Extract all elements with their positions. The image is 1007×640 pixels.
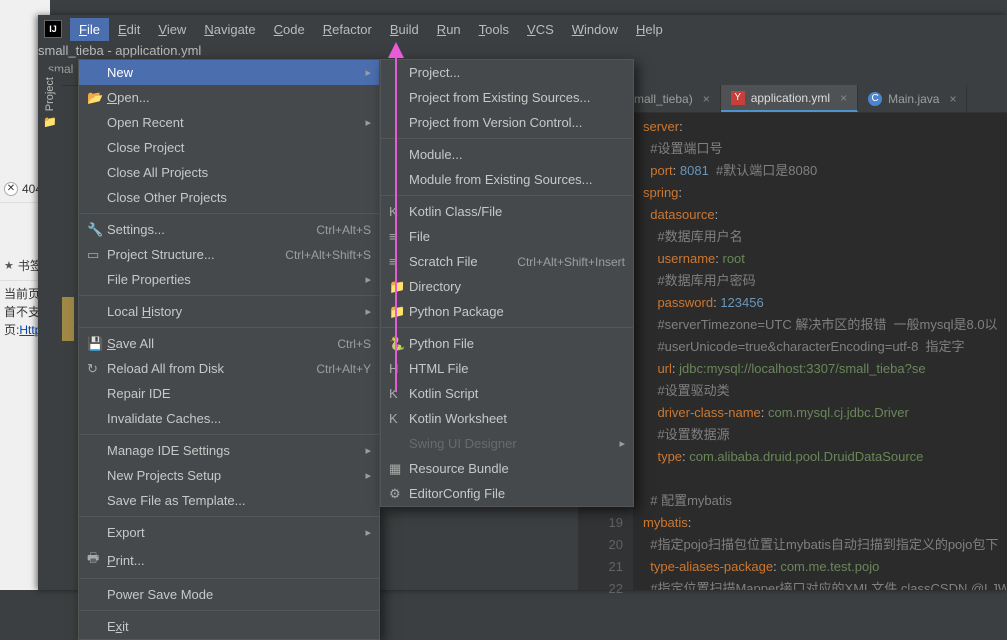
menu-item[interactable]: Manage IDE Settings▸ <box>79 438 379 463</box>
project-tool-tab[interactable]: 📁 Project <box>38 71 62 134</box>
menu-build[interactable]: Build <box>381 18 428 41</box>
java-icon: C <box>868 92 882 106</box>
editor-change-stripe <box>62 297 74 341</box>
menu-vcs[interactable]: VCS <box>518 18 563 41</box>
menu-icon: 🐍 <box>389 336 409 352</box>
menu-item[interactable]: Open Recent▸ <box>79 110 379 135</box>
menu-item[interactable]: KKotlin Script <box>381 381 633 406</box>
menu-item[interactable]: ▦Resource Bundle <box>381 456 633 481</box>
menu-item[interactable]: HHTML File <box>381 356 633 381</box>
menu-item[interactable]: Close Project <box>79 135 379 160</box>
titlebar: IJ FileEditViewNavigateCodeRefactorBuild… <box>38 15 1007 43</box>
menu-window[interactable]: Window <box>563 18 627 41</box>
yml-icon: Y <box>731 91 745 105</box>
menu-icon: 💾 <box>87 336 107 352</box>
menu-item[interactable]: KKotlin Worksheet <box>381 406 633 431</box>
menu-view[interactable]: View <box>149 18 195 41</box>
menu-item[interactable]: Module from Existing Sources... <box>381 167 633 192</box>
menu-icon: K <box>389 386 409 401</box>
menu-refactor[interactable]: Refactor <box>314 18 381 41</box>
folder-icon: 📁 <box>43 115 57 128</box>
menu-icon: H <box>389 361 409 376</box>
menu-item[interactable]: Close All Projects <box>79 160 379 185</box>
menu-item[interactable]: Project from Version Control... <box>381 110 633 135</box>
menu-item[interactable]: Export▸ <box>79 520 379 545</box>
menu-item[interactable]: Power Save Mode <box>79 582 379 607</box>
ide-window: IJ FileEditViewNavigateCodeRefactorBuild… <box>38 15 1007 590</box>
intellij-logo-icon: IJ <box>44 20 62 38</box>
menu-item[interactable]: File Properties▸ <box>79 267 379 292</box>
menu-item[interactable]: ↻Reload All from DiskCtrl+Alt+Y <box>79 356 379 381</box>
menu-item[interactable]: KKotlin Class/File <box>381 199 633 224</box>
menu-icon: ↻ <box>87 361 107 377</box>
menu-item[interactable]: ⚙EditorConfig File <box>381 481 633 506</box>
editor-tabs: Yml (small_tieba)×Yapplication.yml×CMain… <box>578 85 1007 113</box>
menu-item[interactable]: ▭Project Structure...Ctrl+Alt+Shift+S <box>79 242 379 267</box>
menu-item[interactable]: Module... <box>381 142 633 167</box>
menu-item[interactable]: Close Other Projects <box>79 185 379 210</box>
menu-item[interactable]: 🖶Print... <box>79 545 379 575</box>
code-area[interactable]: server: #设置端口号 port: 8081 #默认端口是8080spri… <box>633 113 1007 590</box>
menu-item: Swing UI Designer▸ <box>381 431 633 456</box>
new-submenu-popup: Project...Project from Existing Sources.… <box>380 59 634 507</box>
menu-item[interactable]: 🔧Settings...Ctrl+Alt+S <box>79 217 379 242</box>
menu-item[interactable]: Local History▸ <box>79 299 379 324</box>
menu-icon: 📁 <box>389 279 409 295</box>
editor-tab[interactable]: CMain.java× <box>858 85 967 112</box>
file-menu-popup: New▸📂Open...Open Recent▸Close ProjectClo… <box>78 59 380 640</box>
menu-icon: 📁 <box>389 304 409 320</box>
menu-navigate[interactable]: Navigate <box>195 18 264 41</box>
menu-icon: ▭ <box>87 247 107 263</box>
close-icon[interactable]: × <box>840 91 847 105</box>
menu-code[interactable]: Code <box>265 18 314 41</box>
menubar: FileEditViewNavigateCodeRefactorBuildRun… <box>70 18 672 41</box>
menu-item[interactable]: 📂Open... <box>79 85 379 110</box>
menu-item[interactable]: 💾Save AllCtrl+S <box>79 331 379 356</box>
menu-run[interactable]: Run <box>428 18 470 41</box>
menu-item[interactable]: 📁Directory <box>381 274 633 299</box>
menu-icon: 🔧 <box>87 222 107 238</box>
menu-edit[interactable]: Edit <box>109 18 149 41</box>
menu-item[interactable]: Exit <box>79 614 379 639</box>
menu-icon: ▦ <box>389 461 409 477</box>
menu-icon: ⚙ <box>389 486 409 502</box>
menu-icon: ≡ <box>389 229 409 244</box>
editor-tab[interactable]: Yapplication.yml× <box>721 85 858 112</box>
menu-file[interactable]: File <box>70 18 109 41</box>
menu-item[interactable]: Project... <box>381 60 633 85</box>
menu-item[interactable]: 📁Python Package <box>381 299 633 324</box>
menu-icon: 🖶 <box>87 549 107 571</box>
menu-item[interactable]: 🐍Python File <box>381 331 633 356</box>
menu-icon: 📂 <box>87 90 107 106</box>
menu-item[interactable]: Repair IDE <box>79 381 379 406</box>
code-editor[interactable]: 1516171819202122 server: #设置端口号 port: 80… <box>578 113 1007 590</box>
menu-item[interactable]: ≡File <box>381 224 633 249</box>
menu-icon: K <box>389 411 409 426</box>
menu-item[interactable]: Save File as Template... <box>79 488 379 513</box>
menu-icon: ≡ <box>389 254 409 269</box>
menu-tools[interactable]: Tools <box>470 18 518 41</box>
menu-item[interactable]: Project from Existing Sources... <box>381 85 633 110</box>
menu-icon: K <box>389 204 409 219</box>
menu-item[interactable]: Invalidate Caches... <box>79 406 379 431</box>
menu-item[interactable]: ≡Scratch FileCtrl+Alt+Shift+Insert <box>381 249 633 274</box>
close-icon[interactable]: × <box>949 92 956 106</box>
menu-help[interactable]: Help <box>627 18 672 41</box>
menu-item[interactable]: New Projects Setup▸ <box>79 463 379 488</box>
menu-item[interactable]: New▸ <box>79 60 379 85</box>
window-title: small_tieba - application.yml <box>38 43 1007 58</box>
close-icon[interactable]: × <box>703 92 710 106</box>
